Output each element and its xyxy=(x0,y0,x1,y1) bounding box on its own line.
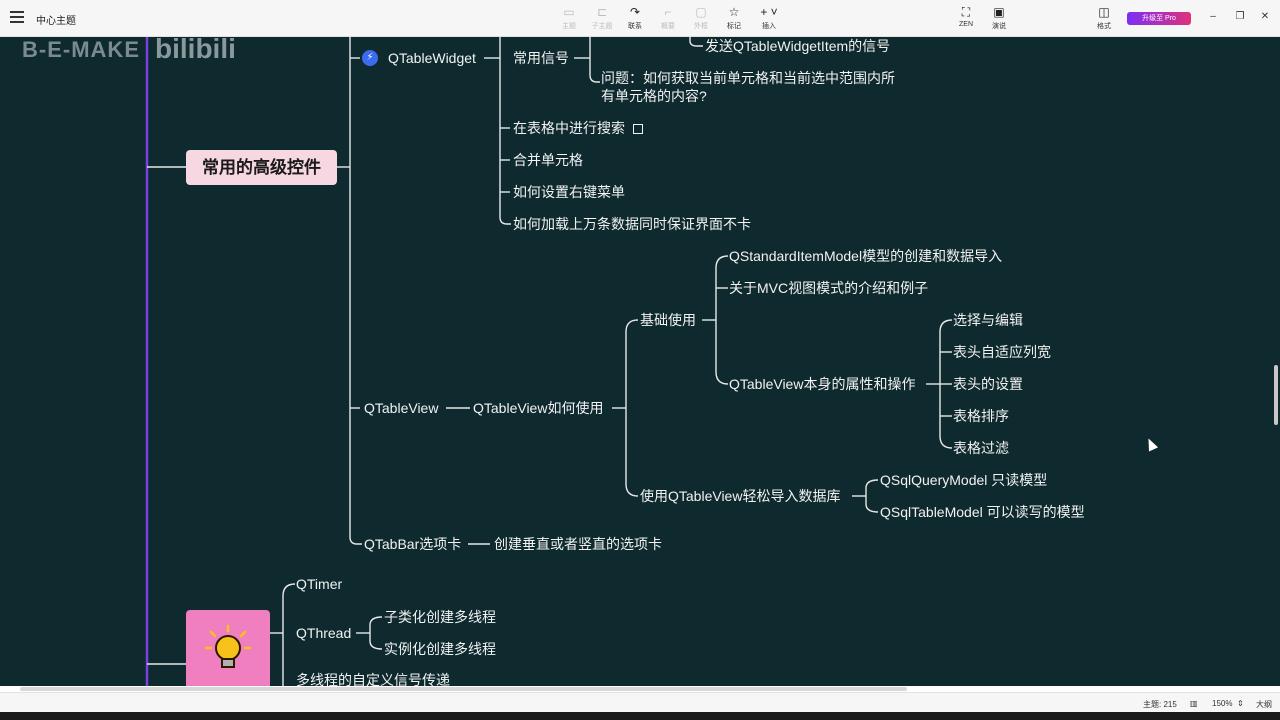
node-right-click-menu[interactable]: 如何设置右键菜单 xyxy=(513,184,625,200)
node-qtimer[interactable]: QTimer xyxy=(296,576,342,592)
node-model-create[interactable]: QStandardItemModel模型的创建和数据导入 xyxy=(729,248,1002,264)
node-search-in-table[interactable]: 在表格中进行搜索 xyxy=(513,120,643,136)
node-instance-thread[interactable]: 实例化创建多线程 xyxy=(384,641,496,657)
node-subclass-thread[interactable]: 子类化创建多线程 xyxy=(384,609,496,625)
toolbar-relationship-button[interactable]: ↷ 联系 xyxy=(618,5,652,31)
minimize-icon[interactable]: – xyxy=(1206,11,1220,22)
node-sql-table-model[interactable]: QSqlTableModel 可以读写的模型 xyxy=(880,504,1085,520)
toolbar-insert-button[interactable]: + ˅ 插入 xyxy=(752,5,786,31)
topic-count: 主题: 215 xyxy=(1143,700,1177,709)
toolbar-boundary-button[interactable]: ▢ 外框 xyxy=(684,5,718,31)
upgrade-pro-button[interactable]: 升级至 Pro xyxy=(1127,12,1191,25)
document-title: 中心主题 xyxy=(36,16,76,27)
node-qtableview[interactable]: QTableView xyxy=(364,400,438,416)
toolbar-subtopic-button[interactable]: ⊏ 子主题 xyxy=(585,5,619,31)
toolbar-topic-button[interactable]: ▭ 主题 xyxy=(552,5,586,31)
status-bar: 主题: 215 ▥ 150% ⇕ 大纲 xyxy=(0,692,1280,712)
node-qthread[interactable]: QThread xyxy=(296,625,351,641)
bottom-strip xyxy=(0,712,1280,720)
node-qtabbar[interactable]: QTabBar选项卡 xyxy=(364,536,461,552)
restore-icon[interactable]: ❐ xyxy=(1233,11,1247,22)
node-select-edit[interactable]: 选择与编辑 xyxy=(953,312,1023,328)
node-header-fit[interactable]: 表头自适应列宽 xyxy=(953,344,1051,360)
vertical-scrollbar[interactable] xyxy=(1274,365,1278,425)
node-basic-use[interactable]: 基础使用 xyxy=(640,312,696,328)
idea-topic-box[interactable] xyxy=(186,610,270,686)
plus-icon: + ˅ xyxy=(760,5,778,19)
bilibili-logo: bilibili xyxy=(155,37,236,64)
node-header-settings[interactable]: 表头的设置 xyxy=(953,376,1023,392)
panel-icon: ◫ xyxy=(1098,5,1110,19)
outline-button[interactable]: 大纲 xyxy=(1256,699,1272,710)
top-toolbar: 中心主题 ▭ 主题 ⊏ 子主题 ↷ 联系 ⌐ 概要 ▢ 外框 ☆ 标记 + ˅ … xyxy=(0,0,1280,37)
watermark-text: B-E-MAKE xyxy=(22,37,140,62)
central-topic[interactable]: 常用的高级控件 xyxy=(186,150,337,185)
fullscreen-icon: ⛶ xyxy=(961,5,971,19)
horizontal-scrollbar[interactable] xyxy=(20,687,907,691)
topic-icon: ▭ xyxy=(563,5,575,19)
close-icon[interactable]: ✕ xyxy=(1258,11,1272,22)
subtopic-icon: ⊏ xyxy=(596,5,608,19)
lightning-icon: ⚡ xyxy=(362,50,378,66)
present-button[interactable]: ▣ 演说 xyxy=(982,5,1016,31)
node-question[interactable]: 问题：如何获取当前单元格和当前选中范围内所 有单元格的内容? xyxy=(601,70,895,104)
zen-mode-button[interactable]: ⛶ ZEN xyxy=(949,5,983,28)
relationship-icon: ↷ xyxy=(629,5,641,19)
node-view-props[interactable]: QTableView本身的属性和操作 xyxy=(729,376,915,392)
node-question-line2: 有单元格的内容? xyxy=(601,88,707,104)
summary-icon: ⌐ xyxy=(664,5,672,19)
hamburger-menu-icon[interactable] xyxy=(10,11,24,23)
node-custom-signal[interactable]: 多线程的自定义信号传递 xyxy=(296,672,450,686)
node-table-sort[interactable]: 表格排序 xyxy=(953,408,1009,424)
node-merge-cells[interactable]: 合并单元格 xyxy=(513,152,583,168)
external-link-icon[interactable] xyxy=(633,124,643,134)
map-icon[interactable]: ▥ xyxy=(1190,699,1198,708)
zoom-stepper-icon[interactable]: ⇕ xyxy=(1237,699,1244,708)
zoom-level[interactable]: 150% xyxy=(1212,699,1232,708)
node-send-item-signal[interactable]: 发送QTableWidgetItem的信号 xyxy=(705,38,890,54)
format-panel-button[interactable]: ◫ 格式 xyxy=(1087,5,1121,31)
node-load-data[interactable]: 如何加载上万条数据同时保证界面不卡 xyxy=(513,216,751,232)
boundary-icon: ▢ xyxy=(695,5,707,19)
node-mvc-intro[interactable]: 关于MVC视图模式的介绍和例子 xyxy=(729,280,928,296)
node-table-filter[interactable]: 表格过滤 xyxy=(953,440,1009,456)
lightbulb-icon xyxy=(204,624,252,668)
play-screen-icon: ▣ xyxy=(993,5,1005,19)
node-sql-query-model[interactable]: QSqlQueryModel 只读模型 xyxy=(880,472,1047,488)
toolbar-summary-button[interactable]: ⌐ 概要 xyxy=(651,5,685,31)
mindmap-canvas[interactable]: B-E-MAKE bilibili 常用的高级控件 ⚡ QTableWidget… xyxy=(0,37,1280,686)
node-question-line1: 问题：如何获取当前单元格和当前选中范围内所 xyxy=(601,70,895,86)
node-common-signals[interactable]: 常用信号 xyxy=(513,50,569,66)
node-qtablewidget[interactable]: QTableWidget xyxy=(388,50,476,66)
node-import-db[interactable]: 使用QTableView轻松导入数据库 xyxy=(640,488,840,504)
star-icon: ☆ xyxy=(728,5,740,19)
node-qtableview-howto[interactable]: QTableView如何使用 xyxy=(473,400,603,416)
node-qtabbar-desc[interactable]: 创建垂直或者竖直的选项卡 xyxy=(494,536,662,552)
toolbar-marker-button[interactable]: ☆ 标记 xyxy=(717,5,751,31)
